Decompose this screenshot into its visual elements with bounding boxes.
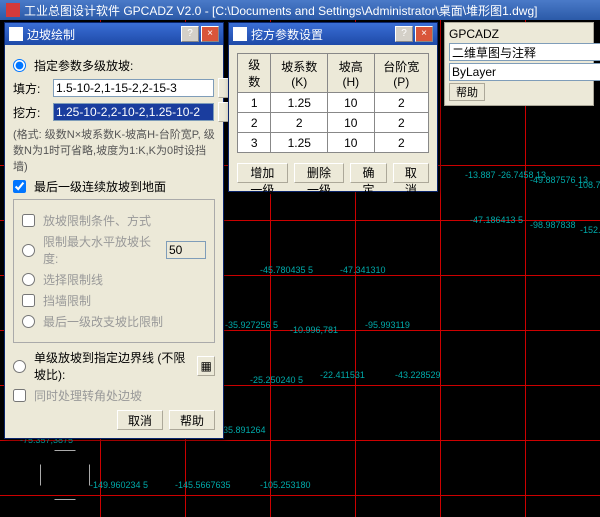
cell[interactable]: 1.25 bbox=[271, 133, 328, 153]
app-title-text: 工业总图设计软件 GPCADZ V2.0 - [C:\Documents and… bbox=[24, 2, 537, 19]
close-icon[interactable]: × bbox=[415, 26, 433, 42]
dialog-icon bbox=[233, 27, 247, 41]
col-header: 台阶宽(P) bbox=[374, 54, 428, 93]
layer-combo[interactable] bbox=[449, 63, 600, 81]
grid-line bbox=[0, 495, 600, 496]
coord-label: -98.987838 bbox=[530, 220, 576, 230]
right-toolbar: GPCADZ 帮助 bbox=[444, 22, 594, 106]
table-row[interactable]: 22102 bbox=[238, 113, 429, 133]
radio-maxlen bbox=[22, 244, 35, 257]
coord-label: -47.341310 bbox=[340, 265, 386, 275]
fill-input[interactable] bbox=[53, 79, 214, 97]
cell[interactable]: 10 bbox=[328, 93, 375, 113]
grid-line bbox=[440, 20, 441, 517]
coord-label: -25.250240 5 bbox=[250, 375, 303, 385]
help-button[interactable]: 帮助 bbox=[169, 410, 215, 430]
coord-label: -10.996,781 bbox=[290, 325, 338, 335]
chk-last[interactable] bbox=[13, 180, 26, 193]
coord-label: -22.411531 bbox=[320, 370, 365, 380]
help-icon[interactable]: ? bbox=[181, 26, 199, 42]
coord-label: -47.186413 5 bbox=[470, 215, 523, 225]
cell[interactable]: 1 bbox=[238, 93, 271, 113]
selline-label: 选择限制线 bbox=[43, 271, 103, 288]
slope-dialog: 边坡绘制 ?× 指定参数多级放坡: 填方:高级 挖方:高级 (格式: 级数N×坡… bbox=[4, 22, 224, 439]
maxlen-input bbox=[166, 241, 206, 259]
table-row[interactable]: 31.25102 bbox=[238, 133, 429, 153]
dialog-icon bbox=[9, 27, 23, 41]
radio-selline bbox=[22, 273, 35, 286]
col-header: 坡高(H) bbox=[328, 54, 375, 93]
chk-wall bbox=[22, 294, 35, 307]
col-header: 级数 bbox=[238, 54, 271, 93]
del-button[interactable]: 删除一级 bbox=[294, 163, 345, 183]
lastwall-label: 最后一级改支坡比限制 bbox=[43, 313, 163, 330]
grid-line bbox=[0, 440, 600, 441]
col-header: 坡系数(K) bbox=[271, 54, 328, 93]
cell[interactable]: 2 bbox=[374, 93, 428, 113]
chk-limit-label: 放坡限制条件、方式 bbox=[43, 212, 151, 229]
dialog-title: 边坡绘制 bbox=[27, 26, 75, 43]
ok-button[interactable]: 确定 bbox=[350, 163, 386, 183]
dialog-titlebar[interactable]: 边坡绘制 ?× bbox=[5, 23, 223, 45]
cell[interactable]: 2 bbox=[238, 113, 271, 133]
cancel-button[interactable]: 取消 bbox=[117, 410, 163, 430]
dialog-title: 挖方参数设置 bbox=[251, 26, 323, 43]
maxlen-label: 限制最大水平放坡长度: bbox=[43, 233, 162, 267]
corner-label: 同时处理转角处边坡 bbox=[34, 387, 142, 404]
fill-label: 填方: bbox=[13, 80, 49, 97]
table-row[interactable]: 11.25102 bbox=[238, 93, 429, 113]
cut-params-dialog: 挖方参数设置 ?× 级数坡系数(K)坡高(H)台阶宽(P) 11.2510222… bbox=[228, 22, 438, 192]
spec-label: 指定参数多级放坡: bbox=[34, 57, 133, 74]
coord-label: -145.5667635 bbox=[175, 480, 231, 490]
cell[interactable]: 10 bbox=[328, 113, 375, 133]
cell[interactable]: 2 bbox=[374, 113, 428, 133]
cell[interactable]: 10 bbox=[328, 133, 375, 153]
coord-label: -108.79 bbox=[575, 180, 600, 190]
format-hint: (格式: 级数N×坡系数K-坡高H-台阶宽P, 级数N为1时可省略,坡度为1:K… bbox=[13, 126, 215, 174]
app-titlebar: 工业总图设计软件 GPCADZ V2.0 - [C:\Documents and… bbox=[0, 0, 600, 20]
cell[interactable]: 3 bbox=[238, 133, 271, 153]
radio-spec[interactable] bbox=[13, 59, 26, 72]
coord-label: -35.891264 bbox=[220, 425, 266, 435]
app-icon bbox=[6, 3, 20, 17]
params-table[interactable]: 级数坡系数(K)坡高(H)台阶宽(P) 11.251022210231.2510… bbox=[237, 53, 429, 153]
cell[interactable]: 2 bbox=[271, 113, 328, 133]
cell[interactable]: 1.25 bbox=[271, 93, 328, 113]
coord-label: -149.960234 5 bbox=[90, 480, 148, 490]
toolbar-name: GPCADZ bbox=[449, 27, 499, 41]
coord-label: -105.253180 bbox=[260, 480, 311, 490]
polygon-shape bbox=[40, 450, 90, 500]
coord-label: -45.780435 5 bbox=[260, 265, 313, 275]
coord-label: -43.228529 bbox=[395, 370, 441, 380]
add-button[interactable]: 增加一级 bbox=[237, 163, 288, 183]
cell[interactable]: 2 bbox=[374, 133, 428, 153]
help-icon[interactable]: ? bbox=[395, 26, 413, 42]
chk-limit[interactable] bbox=[22, 214, 35, 227]
radio-lastwall bbox=[22, 315, 35, 328]
chk-corner bbox=[13, 389, 26, 402]
chk-last-label: 最后一级连续放坡到地面 bbox=[34, 178, 166, 195]
cancel-button[interactable]: 取消 bbox=[393, 163, 429, 183]
pick-icon[interactable]: ▦ bbox=[197, 356, 215, 376]
close-icon[interactable]: × bbox=[201, 26, 219, 42]
coord-label: -35.927256 5 bbox=[225, 320, 278, 330]
cut-input[interactable] bbox=[53, 103, 214, 121]
coord-label: -152.7 bbox=[580, 225, 600, 235]
radio-single[interactable] bbox=[13, 360, 26, 373]
view-combo[interactable] bbox=[449, 43, 600, 61]
help-button[interactable]: 帮助 bbox=[449, 83, 485, 101]
wall-label: 挡墙限制 bbox=[43, 292, 91, 309]
dialog-titlebar[interactable]: 挖方参数设置 ?× bbox=[229, 23, 437, 45]
coord-label: -95.993119 bbox=[365, 320, 410, 330]
cut-label: 挖方: bbox=[13, 104, 49, 121]
single-label: 单级放坡到指定边界线 (不限坡比): bbox=[34, 349, 193, 383]
